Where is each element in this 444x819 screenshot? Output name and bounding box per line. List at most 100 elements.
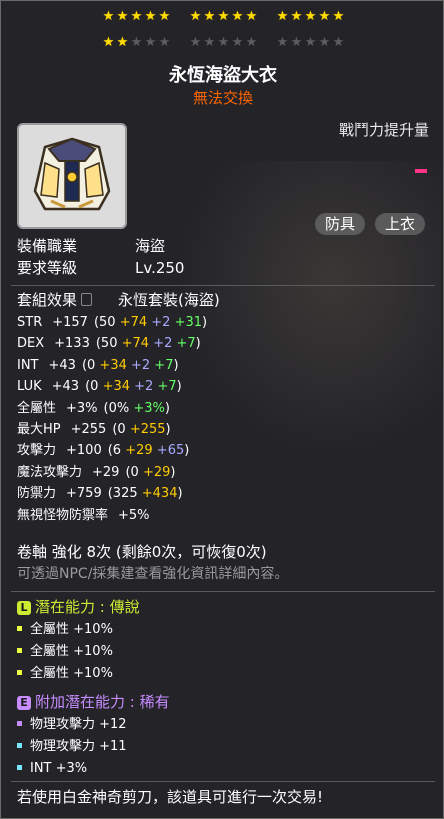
stat-part: +2 [151, 315, 175, 330]
tag-armor: 防具 [315, 213, 366, 235]
star-filled-icon: ★ [217, 9, 230, 24]
background-character-art [171, 161, 441, 461]
stat-part: +3% [133, 400, 165, 416]
star-group: ★ ★ ★ ★ ★ [276, 36, 345, 50]
stat-part: ) [177, 486, 183, 502]
stat-row: 防禦力 +759 (325 +434) [17, 484, 183, 503]
requirement-job: 裝備職業 海盜 [17, 237, 165, 255]
stat-name: 無視怪物防禦率 [17, 507, 109, 523]
stat-part: +2 [134, 379, 158, 395]
stat-total: +133 [54, 336, 90, 352]
stat-breakdown: (325 +434) [108, 486, 183, 501]
star-empty-icon: ★ [158, 35, 171, 50]
stat-part: +74 [121, 336, 154, 352]
stat-row: 攻擊力 +100 (6 +29 +65) [17, 441, 189, 460]
stat-part: (6 [107, 443, 126, 459]
item-tooltip: ★ ★ ★ ★ ★ ★ ★ ★ ★ ★ ★ ★ ★ ★ ★ ★ ★ ★ ★ ★ ★ ★ ★ ★ ★ ★ ★ ★ ★ ★ 永恆海盜大衣 無法… [0, 0, 444, 819]
stat-breakdown: (0 +29) [125, 465, 175, 480]
star-filled-icon: ★ [144, 9, 157, 24]
stat-breakdown: (50 +74 +2 +31) [94, 315, 207, 330]
stat-name: 防禦力 [17, 486, 57, 502]
stat-part: +2 [131, 357, 155, 373]
bonus-potential-header: E 附加潛在能力 : 稀有 [17, 693, 170, 711]
epic-badge-icon: E [17, 696, 31, 710]
star-empty-icon: ★ [144, 35, 157, 50]
stat-part: (0 [85, 379, 103, 395]
star-empty-icon: ★ [189, 35, 202, 50]
star-empty-icon: ★ [203, 35, 216, 50]
scroll-hint: 可透過NPC/採集建查看強化資訊詳細內容。 [17, 566, 289, 582]
bullet-icon [17, 647, 22, 653]
requirement-job-value: 海盜 [135, 237, 166, 255]
stat-breakdown: (0 +255) [112, 422, 170, 437]
stat-part: (0 [112, 422, 130, 437]
potential-line: 物理攻擊力 +12 [17, 715, 127, 734]
star-empty-icon: ★ [290, 35, 303, 50]
stat-breakdown: (0 +34 +2 +7) [82, 358, 179, 373]
requirement-level-value: Lv.250 [135, 259, 185, 277]
potential-title: 潛在能力 : 傳說 [35, 598, 140, 616]
star-empty-icon: ★ [217, 35, 230, 50]
bullet-icon [17, 669, 22, 675]
stat-breakdown: (50 +74 +2 +7) [96, 336, 201, 351]
star-filled-icon: ★ [116, 9, 129, 24]
star-filled-icon: ★ [130, 9, 143, 24]
star-filled-icon: ★ [116, 35, 129, 50]
star-filled-icon: ★ [158, 9, 171, 24]
potential-line-text: 全屬性 +10% [30, 622, 113, 637]
stat-total: +759 [66, 486, 102, 502]
star-filled-icon: ★ [332, 9, 345, 24]
potential-header: L 潛在能力 : 傳說 [17, 598, 140, 616]
stat-total: +5% [118, 507, 150, 523]
star-empty-icon: ★ [332, 35, 345, 50]
stat-row: INT +43 (0 +34 +2 +7) [17, 356, 179, 375]
star-group: ★ ★ ★ ★ ★ [189, 10, 258, 24]
stat-total: +157 [52, 315, 88, 330]
star-empty-icon: ★ [318, 35, 331, 50]
potential-line-text: 物理攻擊力 +11 [30, 739, 127, 754]
stat-part: +7 [154, 357, 174, 373]
requirement-job-label: 裝備職業 [17, 237, 78, 255]
footer-note: 若使用白金神奇剪刀，該道具可進行一次交易! [17, 788, 324, 806]
bullet-icon [17, 720, 22, 726]
stat-row: LUK +43 (0 +34 +2 +7) [17, 377, 182, 396]
stat-row: 魔法攻擊力 +29 (0 +29) [17, 463, 175, 482]
stat-row: STR +157 (50 +74 +2 +31) [17, 313, 207, 332]
potential-line: INT +3% [17, 759, 87, 778]
combat-power-indicator [415, 169, 427, 173]
stat-part: ) [176, 379, 182, 395]
bullet-icon [17, 742, 22, 748]
trade-status: 無法交換 [192, 89, 253, 107]
stat-part: (50 [93, 315, 120, 330]
potential-line: 物理攻擊力 +11 [17, 737, 127, 756]
star-group: ★ ★ ★ ★ ★ [102, 36, 171, 50]
stat-part: ) [164, 400, 170, 416]
set-effect-label: 套組效果 [17, 291, 78, 309]
potential-line: 全屬性 +10% [17, 620, 113, 639]
star-empty-icon: ★ [276, 35, 289, 50]
star-group: ★ ★ ★ ★ ★ [102, 10, 171, 24]
requirement-level-label: 要求等級 [17, 259, 78, 277]
star-filled-icon: ★ [276, 9, 289, 24]
item-icon-frame [17, 123, 127, 229]
potential-line: 全屬性 +10% [17, 642, 113, 661]
stat-part: +31 [174, 315, 203, 330]
star-row: ★ ★ ★ ★ ★ ★ ★ ★ ★ ★ ★ ★ ★ ★ ★ [1, 36, 443, 50]
star-group: ★ ★ ★ ★ ★ [189, 36, 258, 50]
stat-name: 最大HP [17, 422, 61, 437]
stat-part: +74 [119, 315, 152, 330]
star-filled-icon: ★ [189, 9, 202, 24]
stat-part: +29 [125, 443, 157, 459]
stat-part: ) [173, 357, 179, 373]
stat-total: +100 [66, 443, 102, 459]
star-empty-icon: ★ [245, 35, 258, 50]
stat-part: (0 [81, 357, 100, 373]
legendary-badge-icon: L [17, 601, 31, 615]
potential-line-text: 物理攻擊力 +12 [30, 717, 127, 732]
combat-power-label: 戰鬥力提升量 [338, 121, 429, 139]
stat-part: +29 [142, 464, 171, 480]
star-empty-icon: ★ [231, 35, 244, 50]
stat-row: 全屬性 +3% (0% +3%) [17, 399, 170, 418]
star-empty-icon: ★ [130, 35, 143, 50]
stat-part: (50 [95, 336, 122, 352]
